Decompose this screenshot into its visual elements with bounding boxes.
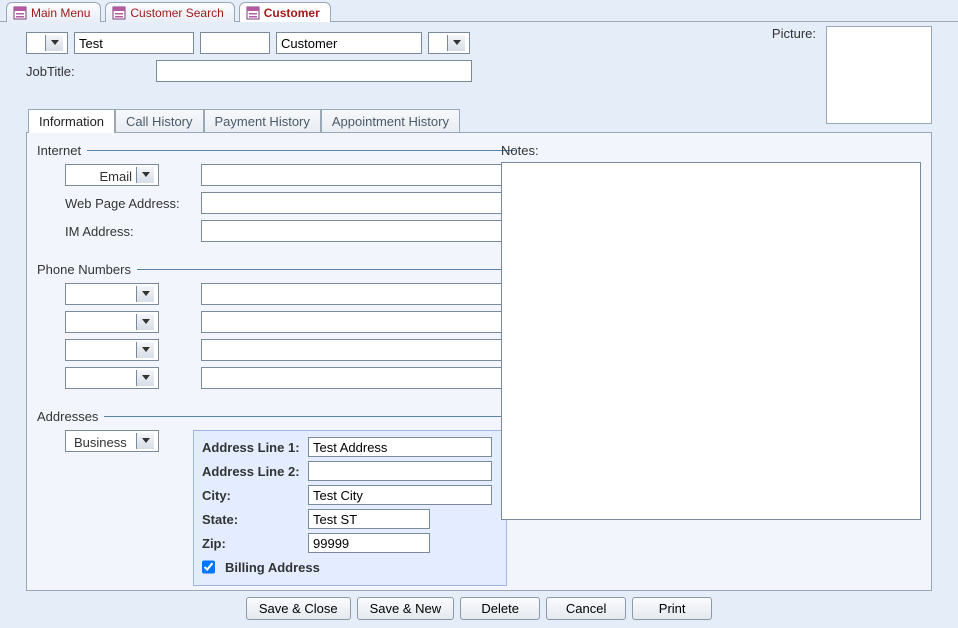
form-icon <box>246 6 260 20</box>
billing-address-checkbox[interactable] <box>202 557 215 577</box>
chevron-down-icon[interactable] <box>136 370 154 386</box>
city-label: City: <box>202 488 302 503</box>
chevron-down-icon[interactable] <box>136 433 154 449</box>
name-prefix-combo[interactable] <box>26 32 68 54</box>
window-tab-customer-search[interactable]: Customer Search <box>105 2 234 22</box>
window-tab-label: Customer <box>264 6 320 20</box>
group-legend: Internet <box>37 143 81 158</box>
tab-panel-information: Internet Email Web <box>26 132 932 591</box>
zip-label: Zip: <box>202 536 302 551</box>
delete-button[interactable]: Delete <box>460 597 540 620</box>
window-tab-customer[interactable]: Customer <box>239 2 331 22</box>
state-label: State: <box>202 512 302 527</box>
group-legend: Addresses <box>37 409 98 424</box>
middle-name-input[interactable] <box>200 32 270 54</box>
phone-number-input[interactable] <box>201 283 515 305</box>
jobtitle-input[interactable] <box>156 60 472 82</box>
window-tab-bar: Main Menu Customer Search Customer <box>0 0 958 22</box>
phone-type-combo[interactable] <box>65 283 159 305</box>
phone-number-input[interactable] <box>201 311 515 333</box>
print-button[interactable]: Print <box>632 597 712 620</box>
tab-appointment-history[interactable]: Appointment History <box>321 109 460 133</box>
address-line2-input[interactable] <box>308 461 492 481</box>
im-input[interactable] <box>201 220 515 242</box>
phone-number-input[interactable] <box>201 367 515 389</box>
chevron-down-icon[interactable] <box>45 35 63 51</box>
state-input[interactable] <box>308 509 430 529</box>
address-type-combo[interactable]: Business <box>65 430 159 452</box>
chevron-down-icon[interactable] <box>136 342 154 358</box>
notes-textarea[interactable] <box>501 162 921 520</box>
jobtitle-label: JobTitle: <box>26 64 146 79</box>
im-label: IM Address: <box>65 224 195 239</box>
group-addresses: Addresses Business Address Line 1: <box>37 409 515 586</box>
address-subform: Address Line 1: Address Line 2: City: <box>193 430 507 586</box>
cancel-button[interactable]: Cancel <box>546 597 626 620</box>
email-input[interactable] <box>201 164 515 186</box>
tab-payment-history[interactable]: Payment History <box>204 109 321 133</box>
group-internet: Internet Email Web <box>37 143 515 248</box>
inner-tab-strip: Information Call History Payment History… <box>26 109 932 133</box>
form-body: JobTitle: Picture: Information Call Hist… <box>0 22 958 628</box>
phone-number-input[interactable] <box>201 339 515 361</box>
email-type-combo[interactable]: Email <box>65 164 159 186</box>
web-input[interactable] <box>201 192 515 214</box>
chevron-down-icon[interactable] <box>136 167 154 183</box>
chevron-down-icon[interactable] <box>136 286 154 302</box>
zip-input[interactable] <box>308 533 430 553</box>
tab-information[interactable]: Information <box>28 109 115 133</box>
name-suffix-combo[interactable] <box>428 32 470 54</box>
phone-type-combo[interactable] <box>65 311 159 333</box>
group-legend: Phone Numbers <box>37 262 131 277</box>
window-tab-label: Main Menu <box>31 6 90 20</box>
first-name-input[interactable] <box>74 32 194 54</box>
button-row: Save & Close Save & New Delete Cancel Pr… <box>26 591 932 622</box>
tab-call-history[interactable]: Call History <box>115 109 203 133</box>
chevron-down-icon[interactable] <box>447 35 465 51</box>
address-line2-label: Address Line 2: <box>202 464 302 479</box>
picture-label: Picture: <box>772 26 816 41</box>
form-icon <box>13 6 27 20</box>
save-new-button[interactable]: Save & New <box>357 597 455 620</box>
city-input[interactable] <box>308 485 492 505</box>
notes-label: Notes: <box>501 143 921 158</box>
group-phone-numbers: Phone Numbers <box>37 262 515 395</box>
phone-type-combo[interactable] <box>65 339 159 361</box>
window-tab-main-menu[interactable]: Main Menu <box>6 2 101 22</box>
last-name-input[interactable] <box>276 32 422 54</box>
save-close-button[interactable]: Save & Close <box>246 597 351 620</box>
billing-address-label: Billing Address <box>225 560 320 575</box>
web-label: Web Page Address: <box>65 196 195 211</box>
address-line1-input[interactable] <box>308 437 492 457</box>
address-line1-label: Address Line 1: <box>202 440 302 455</box>
inner-tab-control: Information Call History Payment History… <box>26 108 932 591</box>
chevron-down-icon[interactable] <box>136 314 154 330</box>
window-tab-label: Customer Search <box>130 6 223 20</box>
phone-type-combo[interactable] <box>65 367 159 389</box>
notes-area: Notes: <box>501 143 921 523</box>
form-icon <box>112 6 126 20</box>
